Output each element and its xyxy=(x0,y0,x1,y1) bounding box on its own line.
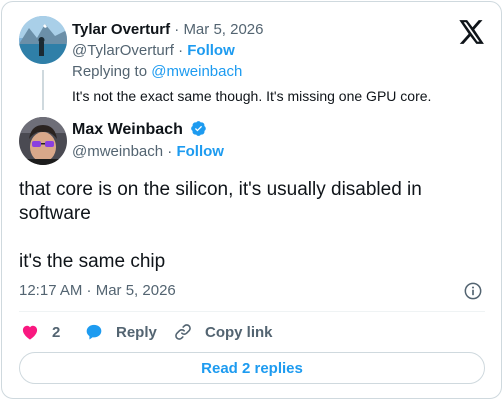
parent-handle[interactable]: @TylarOverturf xyxy=(72,42,174,59)
separator-dot: · xyxy=(174,21,180,38)
replying-to-label: Replying to xyxy=(72,63,152,80)
tweet-body: that core is on the silicon, it's usuall… xyxy=(19,178,489,274)
parent-author-row: Tylar Overturf · Mar 5, 2026 xyxy=(72,20,263,40)
author-name[interactable]: Max Weinbach xyxy=(72,121,183,138)
replying-to-handle[interactable]: @mweinbach xyxy=(151,63,242,80)
separator-dot: · xyxy=(167,143,173,160)
reply-button[interactable]: Reply xyxy=(84,320,157,344)
replying-to: Replying to @mweinbach xyxy=(72,62,242,82)
link-icon xyxy=(175,324,191,340)
parent-avatar[interactable] xyxy=(19,16,67,64)
author-handle[interactable]: @mweinbach xyxy=(72,143,163,160)
parent-tweet-text: It's not the exact same though. It's mis… xyxy=(72,88,432,104)
speech-bubble-icon xyxy=(86,324,102,340)
x-logo-icon[interactable] xyxy=(459,20,485,44)
tweet-timestamp[interactable]: 12:17 AM · Mar 5, 2026 xyxy=(19,281,176,301)
parent-date[interactable]: Mar 5, 2026 xyxy=(183,21,263,38)
author-avatar[interactable] xyxy=(19,117,67,165)
divider xyxy=(19,311,485,312)
heart-icon xyxy=(22,325,38,340)
verified-badge-icon xyxy=(190,120,207,137)
like-count: 2 xyxy=(52,323,61,341)
parent-handle-row: @TylarOverturf · Follow xyxy=(72,41,235,61)
like-button[interactable]: 2 xyxy=(20,320,60,344)
tweet-body-paragraph-2: it's the same chip xyxy=(19,251,166,272)
author-handle-row: @mweinbach · Follow xyxy=(72,142,224,162)
parent-follow-link[interactable]: Follow xyxy=(187,42,235,59)
parent-author-name[interactable]: Tylar Overturf xyxy=(72,21,170,38)
author-follow-link[interactable]: Follow xyxy=(176,143,224,160)
reply-label: Reply xyxy=(116,323,157,341)
tweet-body-paragraph-1: that core is on the silicon, it's usuall… xyxy=(19,179,422,224)
read-replies-button[interactable]: Read 2 replies xyxy=(19,352,485,384)
thread-connector-line xyxy=(42,70,44,110)
copy-link-label: Copy link xyxy=(205,323,273,341)
separator-dot: · xyxy=(178,42,184,59)
author-name-row: Max Weinbach xyxy=(72,120,207,140)
copy-link-button[interactable]: Copy link xyxy=(173,320,273,344)
info-icon[interactable] xyxy=(463,281,483,301)
